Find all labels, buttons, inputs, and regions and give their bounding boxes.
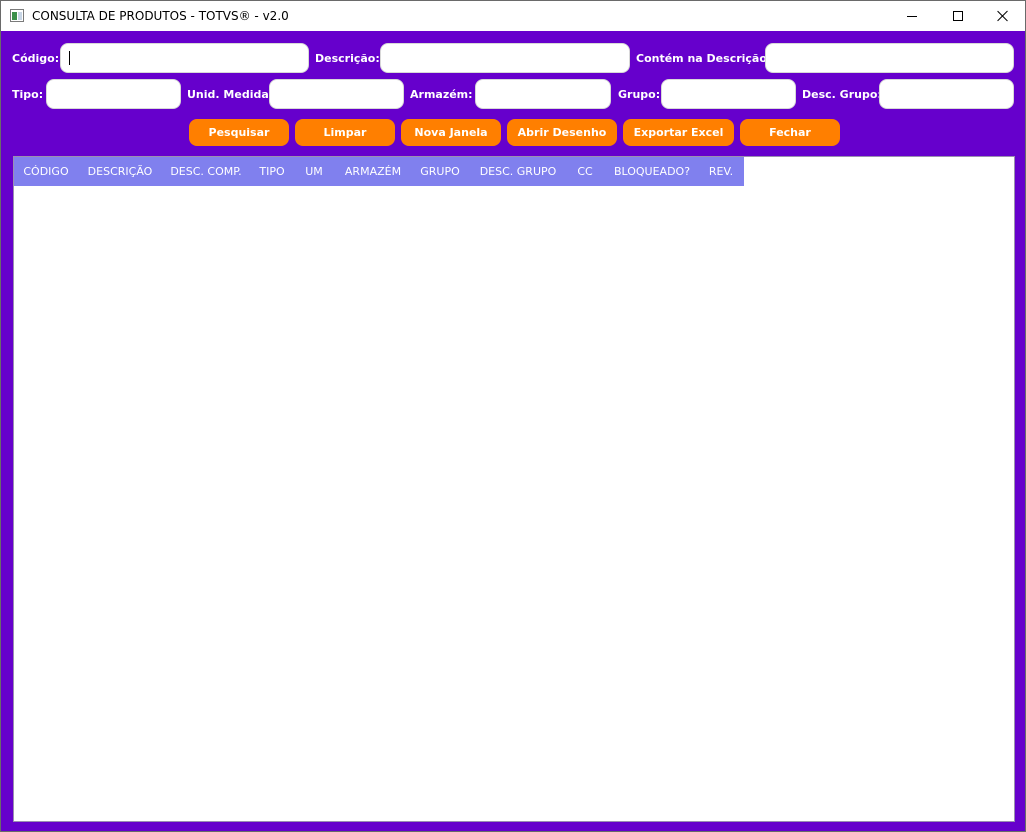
table-header: CÓDIGO DESCRIÇÃO DESC. COMP. TIPO UM ARM…	[14, 157, 744, 186]
armazem-input[interactable]	[475, 79, 611, 109]
unid-medida-label: Unid. Medida:	[187, 88, 274, 101]
minimize-icon	[907, 15, 917, 17]
minimize-button[interactable]	[889, 1, 935, 31]
column-header-tipo[interactable]: TIPO	[250, 157, 294, 186]
abrir-desenho-button[interactable]: Abrir Desenho	[507, 119, 617, 146]
close-button[interactable]	[980, 1, 1026, 31]
maximize-icon	[953, 11, 963, 21]
nova-janela-button[interactable]: Nova Janela	[401, 119, 501, 146]
column-header-armazem[interactable]: ARMAZÉM	[334, 157, 412, 186]
title-bar[interactable]: CONSULTA DE PRODUTOS - TOTVS® - v2.0	[1, 1, 1025, 31]
limpar-button[interactable]: Limpar	[295, 119, 395, 146]
column-header-codigo[interactable]: CÓDIGO	[14, 157, 78, 186]
app-window-icon	[10, 9, 24, 22]
exportar-excel-button[interactable]: Exportar Excel	[623, 119, 734, 146]
contem-descricao-label: Contém na Descrição:	[636, 52, 772, 65]
contem-descricao-input[interactable]	[765, 43, 1014, 73]
desc-grupo-label: Desc. Grupo:	[802, 88, 882, 101]
unid-medida-input[interactable]	[269, 79, 404, 109]
column-header-desc-grupo[interactable]: DESC. GRUPO	[468, 157, 568, 186]
desc-grupo-input[interactable]	[879, 79, 1014, 109]
column-header-descricao[interactable]: DESCRIÇÃO	[78, 157, 162, 186]
tipo-input[interactable]	[46, 79, 181, 109]
grupo-label: Grupo:	[618, 88, 661, 101]
codigo-label: Código:	[12, 52, 60, 65]
column-header-um[interactable]: UM	[294, 157, 334, 186]
pesquisar-button[interactable]: Pesquisar	[189, 119, 289, 146]
column-header-desc-comp[interactable]: DESC. COMP.	[162, 157, 250, 186]
descricao-input[interactable]	[380, 43, 630, 73]
armazem-label: Armazém:	[410, 88, 473, 101]
tipo-label: Tipo:	[12, 88, 44, 101]
grupo-input[interactable]	[661, 79, 796, 109]
close-icon	[997, 10, 1009, 22]
text-caret	[69, 51, 70, 65]
results-table[interactable]: CÓDIGO DESCRIÇÃO DESC. COMP. TIPO UM ARM…	[13, 156, 1015, 822]
window-title: CONSULTA DE PRODUTOS - TOTVS® - v2.0	[32, 9, 289, 23]
maximize-button[interactable]	[935, 1, 981, 31]
column-header-cc[interactable]: CC	[568, 157, 602, 186]
descricao-label: Descrição:	[315, 52, 380, 65]
column-header-bloqueado[interactable]: BLOQUEADO?	[602, 157, 702, 186]
codigo-input[interactable]	[60, 43, 309, 73]
fechar-button[interactable]: Fechar	[740, 119, 840, 146]
main-window: CONSULTA DE PRODUTOS - TOTVS® - v2.0 Cód…	[0, 0, 1026, 832]
column-header-rev[interactable]: REV.	[702, 157, 740, 186]
column-header-grupo[interactable]: GRUPO	[412, 157, 468, 186]
